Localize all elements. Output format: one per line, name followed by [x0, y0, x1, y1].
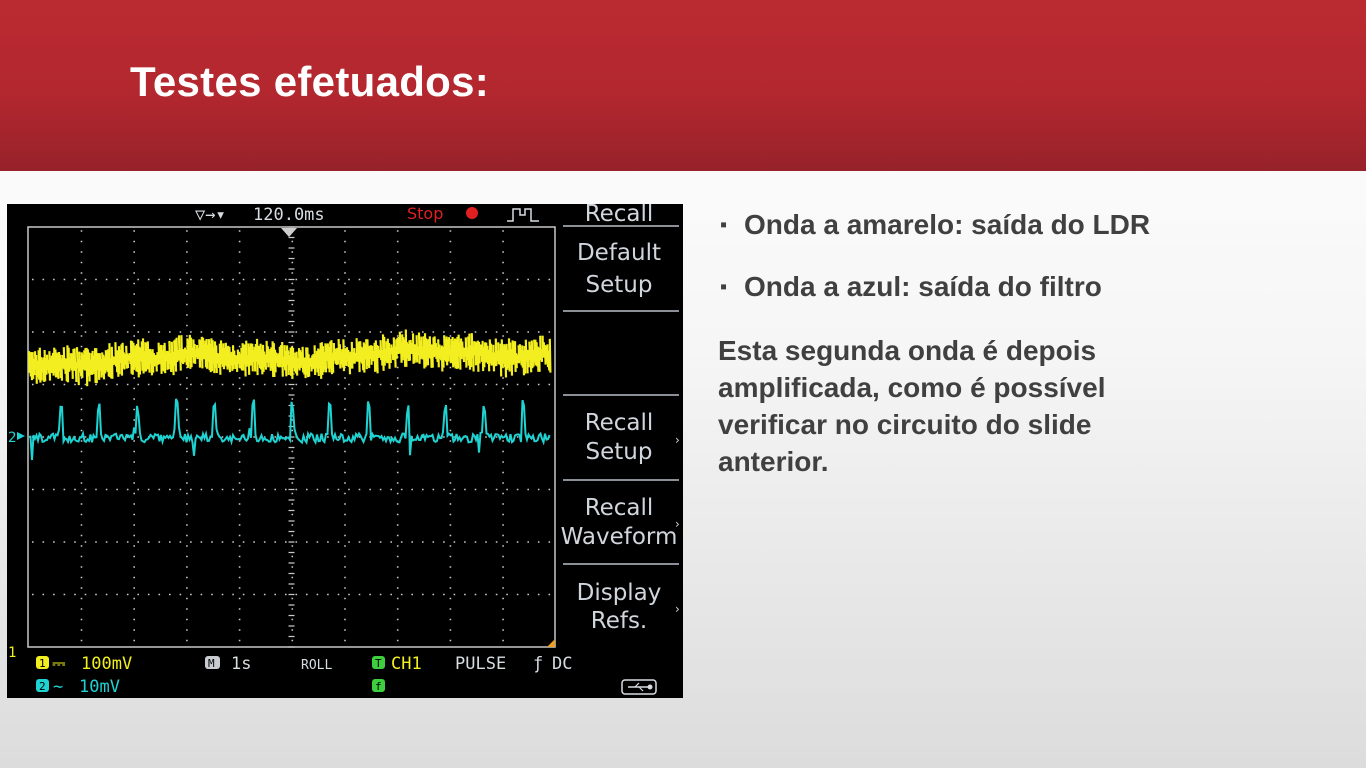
falling-edge-icon: ƒ: [533, 654, 543, 674]
trigger-source: CH1: [391, 654, 422, 674]
ch2-waveform-cyan: [28, 398, 551, 461]
ch2-marker-arrow-icon: [17, 432, 25, 440]
svg-text:Setup: Setup: [586, 272, 653, 298]
ch1-waveform-yellow: [27, 329, 552, 387]
ch1-ground-marker: 1: [8, 645, 16, 661]
svg-text:Recall: Recall: [585, 495, 654, 521]
slide-title: Testes efetuados:: [130, 58, 490, 105]
stop-dot-icon: [466, 207, 478, 219]
svg-text:f: f: [375, 680, 382, 693]
timebase-arrows-icon: ▽→▾: [195, 205, 226, 225]
ch1-scale: 100mV: [81, 654, 132, 674]
oscilloscope-screenshot: ▽→▾ 120.0ms Stop 2 1 Recall Default Setu…: [7, 204, 683, 698]
status-bar: 1 ⎓ 100mV 2 ∼ 10mV M 1s ROLL T CH1 PULSE…: [36, 654, 657, 697]
menu-button-recall-waveform[interactable]: Recall Waveform ›: [561, 495, 680, 550]
chevron-right-icon: ›: [675, 517, 680, 531]
trigger-state: Stop: [407, 204, 443, 223]
ac-coupling-icon: ∼: [53, 677, 63, 697]
time-scale: 1s: [231, 654, 251, 674]
svg-text:Display: Display: [577, 580, 662, 606]
trigger-coupling: DC: [552, 654, 572, 674]
corner-marker-icon: [547, 639, 555, 647]
trigger-type: PULSE: [455, 654, 506, 674]
menu-button-display-refs[interactable]: Display Refs. ›: [577, 580, 680, 634]
square-bullet-icon: ▪: [720, 276, 728, 298]
chevron-right-icon: ›: [675, 433, 680, 447]
svg-text:2: 2: [39, 680, 46, 693]
svg-text:Refs.: Refs.: [591, 608, 648, 634]
title-banner: Testes efetuados:: [0, 0, 1366, 171]
pulse-trigger-icon: [507, 208, 539, 222]
timebase-readout: 120.0ms: [253, 205, 325, 225]
svg-text:Setup: Setup: [586, 439, 653, 465]
svg-text:Default: Default: [577, 240, 661, 266]
ch1-trace: [27, 329, 552, 387]
dc-coupling-icon: ⎓: [52, 654, 66, 674]
svg-text:Recall: Recall: [585, 410, 654, 436]
oscilloscope-display: ▽→▾ 120.0ms Stop 2 1 Recall Default Setu…: [8, 204, 680, 697]
usb-icon: [621, 679, 657, 695]
bullet-item: ▪ Onda a azul: saída do filtro: [718, 270, 1338, 304]
svg-text:T: T: [375, 657, 382, 670]
square-bullet-icon: ▪: [720, 214, 728, 236]
menu-button-default-setup[interactable]: Default Setup: [577, 240, 661, 298]
recall-menu: Recall Default Setup Recall Setup › Reca…: [561, 204, 680, 634]
svg-text:Waveform: Waveform: [561, 524, 678, 550]
bullet-item: ▪ Onda a amarelo: saída do LDR: [718, 208, 1338, 242]
ch2-ground-marker: 2: [8, 430, 16, 446]
trigger-marker-icon: [281, 228, 297, 237]
acquisition-mode: ROLL: [301, 658, 332, 673]
svg-text:M: M: [208, 657, 215, 670]
bullet-text: Onda a amarelo: saída do LDR: [744, 209, 1151, 240]
menu-title: Recall: [585, 204, 654, 227]
ch2-scale: 10mV: [79, 677, 120, 697]
menu-button-recall-setup[interactable]: Recall Setup ›: [585, 410, 680, 465]
body-paragraph: Esta segunda onda é depois amplificada, …: [718, 335, 1106, 477]
bullet-text: Onda a azul: saída do filtro: [744, 271, 1102, 302]
slide-notes: ▪ Onda a amarelo: saída do LDR ▪ Onda a …: [718, 208, 1338, 480]
chevron-right-icon: ›: [675, 602, 680, 616]
svg-text:1: 1: [39, 657, 46, 670]
